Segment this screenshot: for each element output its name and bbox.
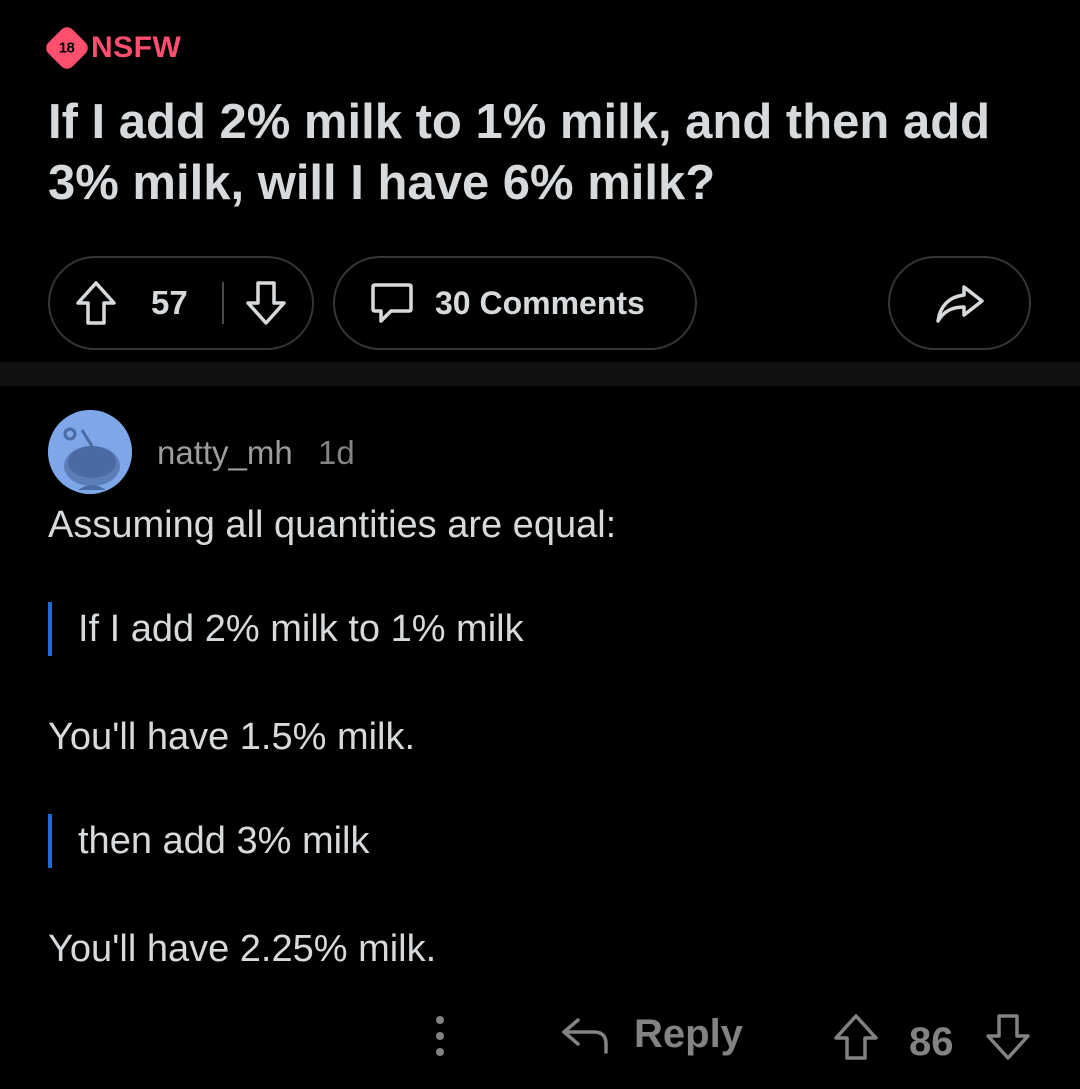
avatar[interactable]	[48, 410, 132, 494]
comment-upvote-icon[interactable]	[832, 1012, 880, 1062]
more-icon[interactable]	[430, 1014, 450, 1058]
comments-button[interactable]: 30 Comments	[333, 256, 697, 350]
comment-answer-2: You'll have 2.25% milk.	[48, 928, 437, 970]
post-title: If I add 2% milk to 1% milk, and then ad…	[48, 95, 991, 210]
comment-author[interactable]: natty_mh	[157, 434, 293, 472]
comment-age: 1d	[318, 434, 355, 471]
comment-quote-1: If I add 2% milk to 1% milk	[48, 602, 524, 656]
nsfw-18-icon: 18	[42, 23, 92, 73]
comment-icon	[369, 281, 415, 325]
comment: natty_mh 1d Assuming all quantities are …	[0, 386, 1080, 1089]
comment-quote-2: then add 3% milk	[48, 814, 370, 868]
post: 18 NSFW If I add 2% milk to 1% milk, and…	[0, 0, 1080, 362]
nsfw-tag: 18 NSFW	[42, 23, 182, 73]
section-separator	[0, 362, 1080, 386]
reply-label: Reply	[634, 1012, 743, 1056]
post-vote-bar: 57	[48, 256, 314, 350]
comment-intro: Assuming all quantities are equal:	[48, 504, 617, 546]
post-vote-count: 57	[151, 284, 188, 321]
share-icon	[934, 281, 986, 325]
share-button[interactable]	[888, 256, 1031, 350]
downvote-icon[interactable]	[244, 279, 288, 327]
reply-icon	[560, 1014, 610, 1056]
reply-button[interactable]: Reply	[560, 1012, 743, 1057]
vote-divider	[222, 282, 224, 324]
upvote-icon[interactable]	[74, 279, 118, 327]
nsfw-label: NSFW	[91, 31, 182, 64]
comment-vote-count: 86	[909, 1020, 954, 1064]
comments-label: 30 Comments	[435, 284, 645, 321]
comment-answer-1: You'll have 1.5% milk.	[48, 716, 416, 758]
comment-downvote-icon[interactable]	[984, 1012, 1032, 1062]
comment-actions: Reply 86	[0, 994, 1080, 1074]
